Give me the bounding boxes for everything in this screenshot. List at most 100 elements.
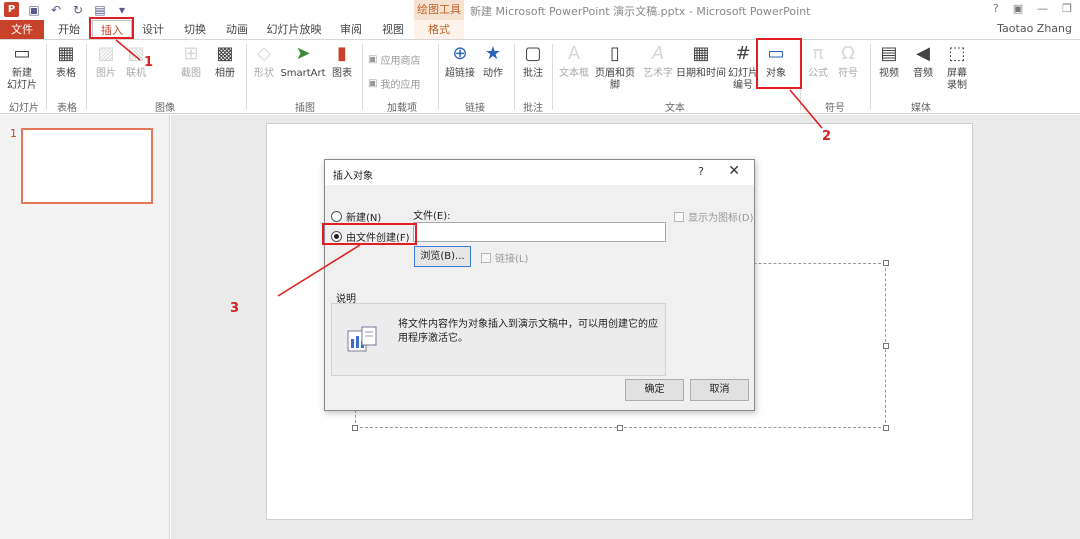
browse-button[interactable]: 浏览(B)...	[414, 246, 471, 267]
table-icon: ▦	[57, 43, 75, 64]
link-label: 链接(L)	[495, 254, 529, 265]
wordart-icon: A	[651, 43, 665, 64]
group-label-images: 图像	[155, 103, 175, 114]
group-separator	[46, 44, 47, 110]
resize-handle[interactable]	[352, 425, 358, 431]
annotation-box-create-from-file	[322, 223, 417, 245]
chart-icon: ▮	[337, 43, 347, 64]
file-path-input[interactable]	[413, 222, 666, 242]
slide-number-button[interactable]: # 幻灯片 编号	[728, 42, 758, 92]
header-footer-icon: ▯	[610, 43, 620, 64]
wordart-button[interactable]: A 艺术字	[642, 42, 674, 80]
create-new-radio[interactable]: 新建(N)	[331, 209, 381, 224]
minimize-button[interactable]: —	[1037, 2, 1048, 15]
comment-button[interactable]: ▢ 批注	[520, 42, 546, 80]
resize-handle[interactable]	[883, 425, 889, 431]
picture-button[interactable]: ▨ 图片	[92, 42, 120, 80]
shapes-label: 形状	[254, 68, 274, 79]
tab-review[interactable]: 审阅	[334, 20, 368, 39]
dialog-help-button[interactable]: ?	[698, 165, 704, 178]
album-icon: ▩	[216, 43, 234, 64]
group-label-tables: 表格	[57, 103, 77, 114]
action-button[interactable]: ★ 动作	[480, 42, 506, 80]
quick-access-toolbar: P ▣ ↶ ↻ ▤ ▾	[4, 2, 129, 17]
ribbon-display-options-button[interactable]: ▣	[1013, 2, 1023, 15]
cancel-button[interactable]: 取消	[690, 379, 749, 401]
ribbon-tabs: 文件 开始 插入 设计 切换 动画 幻灯片放映 审阅 视图 格式 Taotao …	[0, 20, 1080, 39]
save-icon[interactable]: ▣	[27, 3, 41, 17]
shapes-button[interactable]: ◇ 形状	[252, 42, 276, 80]
group-label-addins: 加载项	[387, 103, 417, 114]
table-button[interactable]: ▦ 表格	[52, 42, 80, 80]
symbol-button[interactable]: Ω 符号	[836, 42, 860, 80]
equation-button[interactable]: π 公式	[806, 42, 830, 80]
customize-qat-icon[interactable]: ▾	[115, 3, 129, 17]
tab-transitions[interactable]: 切换	[178, 20, 212, 39]
tab-file[interactable]: 文件	[0, 20, 44, 39]
slide-thumbnail[interactable]	[21, 128, 153, 204]
pi-icon: π	[812, 43, 824, 64]
tab-animations[interactable]: 动画	[220, 20, 254, 39]
user-account[interactable]: Taotao Zhang	[997, 22, 1072, 35]
app-store-button[interactable]: ▣ 应用商店	[368, 52, 420, 67]
online-picture-label: 联机	[126, 68, 146, 79]
my-apps-button[interactable]: ▣ 我的应用	[368, 76, 420, 91]
hyperlink-button[interactable]: ⊕ 超链接	[444, 42, 476, 80]
new-slide-button[interactable]: ▭ 新建 幻灯片	[6, 42, 38, 92]
slide-number: 1	[10, 127, 17, 140]
group-label-text: 文本	[665, 103, 685, 114]
my-apps-label: 我的应用	[380, 80, 421, 91]
restore-button[interactable]: ❐	[1062, 2, 1072, 15]
redo-icon[interactable]: ↻	[71, 3, 85, 17]
group-separator	[870, 44, 871, 110]
film-icon: ▤	[880, 43, 898, 64]
datetime-button[interactable]: ▦ 日期和时间	[676, 42, 726, 80]
equation-label: 公式	[808, 68, 828, 79]
annotation-step-2: 2	[822, 129, 832, 144]
album-button[interactable]: ▩ 相册	[210, 42, 240, 80]
screen-record-button[interactable]: ⬚ 屏幕 录制	[942, 42, 972, 92]
slide-thumbnail-pane: 1	[0, 115, 170, 539]
resize-handle[interactable]	[883, 260, 889, 266]
group-separator	[86, 44, 87, 110]
screenshot-button[interactable]: ⊞ 截图	[176, 42, 206, 80]
title-bar: P ▣ ↶ ↻ ▤ ▾ 绘图工具 新建 Microsoft PowerPoint…	[0, 0, 1080, 20]
tab-design[interactable]: 设计	[136, 20, 170, 39]
app-store-icon: ▣	[368, 54, 378, 65]
table-label: 表格	[56, 68, 76, 79]
window-controls: ? ▣ — ❐	[993, 2, 1072, 15]
window-title: 新建 Microsoft PowerPoint 演示文稿.pptx - Micr…	[470, 5, 811, 18]
smartart-button[interactable]: ➤ SmartArt	[280, 42, 326, 80]
textbox-button[interactable]: A 文本框	[558, 42, 590, 80]
checkbox-box	[674, 211, 684, 222]
tab-home[interactable]: 开始	[50, 20, 88, 39]
tab-slideshow[interactable]: 幻灯片放映	[262, 20, 326, 39]
album-label: 相册	[215, 68, 235, 79]
drawing-tools-context-label: 绘图工具	[414, 0, 464, 20]
file-label: 文件(E):	[413, 211, 451, 222]
video-button[interactable]: ▤ 视频	[876, 42, 902, 80]
header-footer-button[interactable]: ▯ 页眉和页脚	[592, 42, 638, 92]
audio-button[interactable]: ◀ 音频	[910, 42, 936, 80]
my-apps-icon: ▣	[368, 78, 378, 89]
calendar-icon: ▦	[692, 43, 710, 64]
smartart-label: SmartArt	[280, 68, 326, 79]
resize-handle[interactable]	[617, 425, 623, 431]
annotation-box-insert-tab	[89, 17, 134, 39]
star-icon: ★	[484, 43, 502, 64]
ok-button[interactable]: 确定	[625, 379, 684, 401]
create-new-label: 新建(N)	[346, 213, 382, 224]
undo-icon[interactable]: ↶	[49, 3, 63, 17]
slide-number-label: 幻灯片 编号	[728, 68, 758, 91]
dialog-title: 插入对象	[333, 171, 373, 182]
group-label-links: 链接	[465, 103, 485, 114]
help-button[interactable]: ?	[993, 2, 999, 15]
start-from-beginning-icon[interactable]: ▤	[93, 3, 107, 17]
chart-button[interactable]: ▮ 图表	[330, 42, 354, 80]
tab-view[interactable]: 视图	[376, 20, 410, 39]
resize-handle[interactable]	[883, 343, 889, 349]
tab-format[interactable]: 格式	[414, 20, 464, 39]
dialog-close-button[interactable]: ✕	[728, 163, 740, 179]
display-as-icon-checkbox[interactable]: 显示为图标(D)	[674, 209, 754, 224]
link-checkbox[interactable]: 链接(L)	[481, 250, 528, 265]
